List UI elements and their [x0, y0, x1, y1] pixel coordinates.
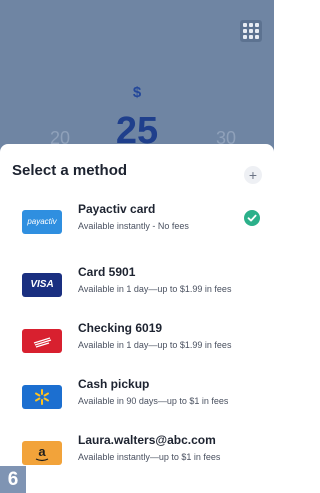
grid-icon-dot	[255, 23, 259, 27]
method-item-amazon[interactable]: a Laura.walters@abc.com Available instan…	[0, 433, 274, 473]
grid-icon-dot	[255, 35, 259, 39]
grid-icon-dot	[243, 35, 247, 39]
walmart-spark-icon	[22, 385, 62, 409]
method-subtitle: Available instantly - No fees	[78, 221, 189, 231]
sheet-title: Select a method	[12, 162, 128, 179]
method-item-payactiv[interactable]: payactiv Payactiv card Available instant…	[0, 202, 274, 242]
amazon-logo-letter: a	[38, 444, 46, 459]
method-item-checking-6019[interactable]: Checking 6019 Available in 1 day—up to $…	[0, 321, 274, 361]
method-name: Card 5901	[78, 265, 136, 279]
method-name: Laura.walters@abc.com	[78, 433, 216, 447]
method-item-cash-pickup[interactable]: Cash pickup Available in 90 days—up to $…	[0, 377, 274, 417]
payactiv-logo-icon: payactiv	[22, 210, 62, 234]
method-subtitle: Available in 1 day—up to $1.99 in fees	[78, 284, 232, 294]
method-name: Cash pickup	[78, 377, 150, 391]
method-subtitle: Available in 1 day—up to $1.99 in fees	[78, 340, 232, 350]
add-method-button[interactable]: +	[244, 166, 262, 184]
grid-icon-dot	[255, 29, 259, 33]
method-item-card-5901[interactable]: VISA Card 5901 Available in 1 day—up to …	[0, 265, 274, 305]
step-badge: 6	[0, 466, 26, 493]
method-subtitle: Available instantly—up to $1 in fees	[78, 452, 221, 462]
method-sheet: Select a method + payactiv Payactiv card…	[0, 144, 274, 493]
grid-icon-dot	[243, 29, 247, 33]
currency-symbol: $	[132, 84, 142, 101]
visa-logo-icon: VISA	[22, 273, 62, 297]
amazon-logo-icon: a	[22, 441, 62, 465]
grid-icon-dot	[249, 29, 253, 33]
method-name: Checking 6019	[78, 321, 163, 335]
grid-menu-button[interactable]	[240, 20, 262, 42]
checkmark-icon	[244, 210, 260, 226]
grid-icon-dot	[249, 35, 253, 39]
method-subtitle: Available in 90 days—up to $1 in fees	[78, 396, 229, 406]
method-name: Payactiv card	[78, 202, 156, 216]
grid-icon-dot	[249, 23, 253, 27]
grid-icon	[243, 23, 247, 27]
bank-of-america-icon	[22, 329, 62, 353]
